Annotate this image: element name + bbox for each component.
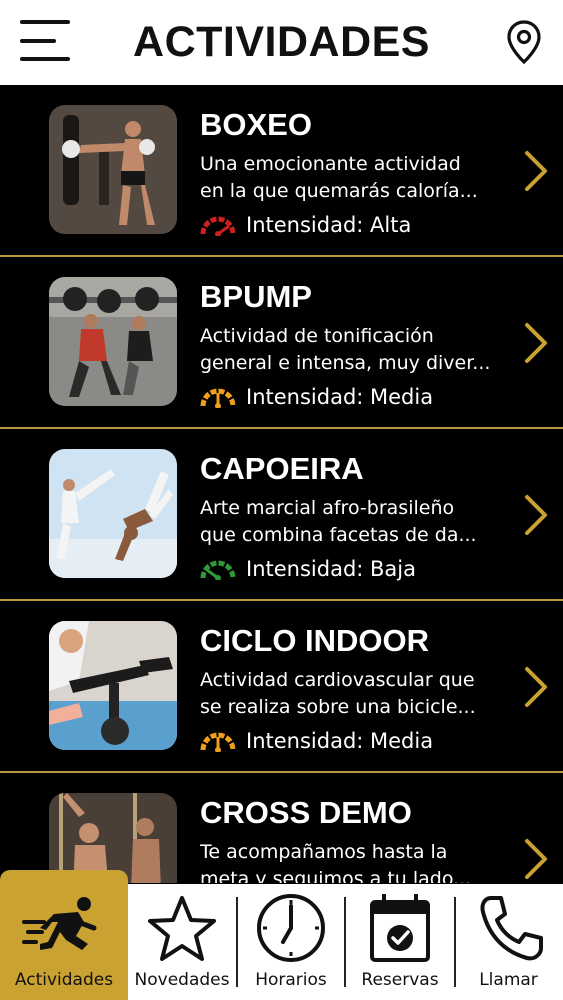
activity-item-boxeo[interactable]: BOXEO Una emocionante actividad en la qu… (0, 85, 563, 257)
intensity-row: Intensidad: Media (200, 385, 433, 409)
calendar-check-icon (370, 894, 430, 962)
nav-tab-novedades[interactable]: Novedades (128, 884, 236, 1000)
nav-label-horarios: Horarios (255, 970, 327, 990)
activity-title: BOXEO (200, 107, 312, 142)
activity-description: Actividad cardiovascular que se realiza … (200, 669, 476, 718)
nav-label-reservas: Reservas (361, 970, 439, 990)
activity-title: CAPOEIRA (200, 451, 364, 486)
bottom-navigation: Actividades Novedades Horarios Reservas … (0, 870, 563, 1000)
activity-description: Arte marcial afro-brasileño que combina … (200, 497, 477, 546)
intensity-row: Intensidad: Media (200, 729, 433, 753)
clock-icon (257, 894, 325, 962)
chevron-right-icon[interactable] (523, 665, 549, 709)
intensity-row: Intensidad: Baja (200, 557, 416, 581)
nav-tab-actividades[interactable]: Actividades (0, 870, 128, 1000)
nav-tab-horarios[interactable]: Horarios (238, 884, 344, 1000)
intensity-row: Intensidad: Alta (200, 213, 411, 237)
boxeo-photo (49, 105, 177, 234)
activity-item-ciclo-indoor[interactable]: CICLO INDOOR Actividad cardiovascular qu… (0, 601, 563, 773)
location-pin-icon[interactable] (507, 20, 541, 64)
intensity-label: Intensidad: Baja (246, 557, 416, 581)
nav-label-novedades: Novedades (134, 970, 230, 990)
bpump-photo (49, 277, 177, 406)
activity-description: Una emocionante actividad en la que quem… (200, 153, 478, 202)
activity-title: CROSS DEMO (200, 795, 412, 830)
nav-tab-llamar[interactable]: Llamar (456, 884, 561, 1000)
nav-label-llamar: Llamar (479, 970, 538, 990)
capoeira-photo (49, 449, 177, 578)
activity-item-cross-demo[interactable]: CROSS DEMO Te acompañamos hasta la meta … (0, 773, 563, 883)
intensity-high-gauge-icon (200, 216, 236, 236)
activity-list[interactable]: BOXEO Una emocionante actividad en la qu… (0, 85, 563, 883)
page-title: ACTIVIDADES (133, 18, 430, 66)
intensity-label: Intensidad: Media (246, 729, 434, 753)
ciclo-indoor-photo (49, 621, 177, 750)
intensity-label: Intensidad: Alta (246, 213, 412, 237)
intensity-low-gauge-icon (200, 560, 236, 580)
activity-item-capoeira[interactable]: CAPOEIRA Arte marcial afro-brasileño que… (0, 429, 563, 601)
chevron-right-icon[interactable] (523, 149, 549, 193)
intensity-medium-gauge-icon (200, 388, 236, 408)
hamburger-menu-icon[interactable] (20, 20, 72, 62)
nav-label-actividades: Actividades (14, 970, 114, 990)
intensity-medium-gauge-icon (200, 732, 236, 752)
chevron-right-icon[interactable] (523, 493, 549, 537)
activity-description: Actividad de tonificación general e inte… (200, 325, 491, 374)
activity-item-bpump[interactable]: BPUMP Actividad de tonificación general … (0, 257, 563, 429)
activity-title: CICLO INDOOR (200, 623, 430, 658)
app-header: ACTIVIDADES (0, 0, 563, 85)
nav-tab-reservas[interactable]: Reservas (346, 884, 454, 1000)
phone-icon (480, 896, 543, 961)
intensity-label: Intensidad: Media (246, 385, 434, 409)
star-icon (148, 896, 216, 961)
chevron-right-icon[interactable] (523, 321, 549, 365)
runner-icon (22, 897, 97, 950)
activity-title: BPUMP (200, 279, 312, 314)
